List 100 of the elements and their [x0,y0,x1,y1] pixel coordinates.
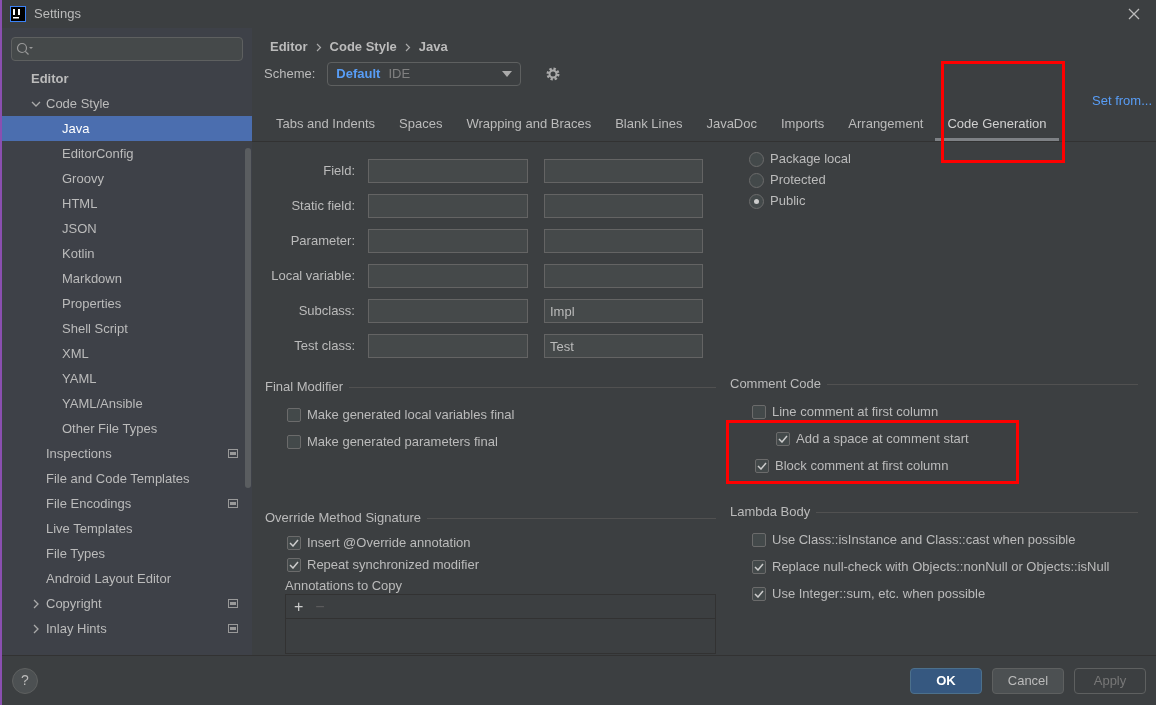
radio-label: Package local [770,150,851,169]
prefix-field[interactable] [368,229,528,253]
tree-item[interactable]: Java [2,116,252,141]
tree-item[interactable]: File Types [2,541,252,566]
tab[interactable]: Imports [769,109,837,141]
chevron-right-icon [315,42,322,52]
prefix-field[interactable] [368,159,528,183]
tree-item[interactable]: Markdown [2,266,252,291]
tree-item[interactable]: YAML/Ansible [2,391,252,416]
checkbox-label: Replace null-check with Objects::nonNull or Objects::isNull [772,557,1110,576]
checkbox-label: Make generated local variables final [307,405,515,424]
scrollbar[interactable] [245,148,251,488]
tree-item[interactable]: Properties [2,291,252,316]
breadcrumb-item[interactable]: Editor [270,37,308,57]
chevron-right-icon[interactable] [31,623,41,634]
tree-item[interactable]: Code Style [2,91,252,116]
checkbox[interactable] [776,431,790,446]
suffix-field[interactable]: Test [544,334,703,358]
set-from-link[interactable]: Set from... [1092,90,1152,110]
tab[interactable]: Blank Lines [603,109,695,141]
checkbox-label: Add a space at comment start [796,429,969,448]
tree-item[interactable]: Shell Script [2,316,252,341]
suffix-field[interactable]: Impl [544,299,703,323]
help-button[interactable]: ? [12,667,38,694]
checkbox-label: Make generated parameters final [307,432,498,451]
radio-button[interactable] [749,172,764,188]
suffix-field[interactable] [544,229,703,253]
checkbox-label: Line comment at first column [772,402,939,421]
tab[interactable]: Code Generation [935,109,1059,141]
section-title: Comment Code [730,375,822,394]
checkbox-label: Block comment at first column [775,456,949,475]
gear-icon[interactable] [545,66,562,82]
close-icon[interactable] [1128,8,1140,20]
tree-item[interactable]: Android Layout Editor [2,566,252,591]
tree-item[interactable]: Groovy [2,166,252,191]
checkbox[interactable] [287,407,301,422]
annotations-list[interactable]: + − [285,594,716,654]
search-field[interactable] [11,37,243,61]
checkbox[interactable] [755,458,769,473]
tab[interactable]: Tabs and Indents [264,109,388,141]
breadcrumb-item[interactable]: Code Style [329,37,397,57]
checkbox[interactable] [752,532,766,547]
tab[interactable]: Wrapping and Braces [454,109,604,141]
checkbox[interactable] [287,434,301,449]
field-label: Subclass: [297,302,356,321]
checkbox-label: Use Integer::sum, etc. when possible [772,584,986,603]
field-label: Local variable: [270,267,356,286]
tree-item[interactable]: File Encodings [2,491,252,516]
tab[interactable]: JavaDoc [694,109,769,141]
prefix-field[interactable] [368,334,528,358]
search-icon [16,42,34,56]
checkbox[interactable] [287,536,301,550]
suffix-field[interactable] [544,264,703,288]
checkbox-label: Use Class::isInstance and Class::cast when possible [772,530,1076,549]
scheme-dropdown[interactable]: Default IDE [327,62,522,86]
section-title: Lambda Body [730,503,811,522]
tree-item[interactable]: Inlay Hints [2,616,252,641]
field-label: Parameter: [289,232,356,251]
tree-item[interactable]: File and Code Templates [2,466,252,491]
section-title: Final Modifier [265,378,344,397]
checkbox[interactable] [752,404,766,419]
tree-item[interactable]: Copyright [2,591,252,616]
tree-item[interactable]: XML [2,341,252,366]
tree-item[interactable]: YAML [2,366,252,391]
prefix-field[interactable] [368,299,528,323]
tree-item[interactable]: Live Templates [2,516,252,541]
prefix-field[interactable] [368,264,528,288]
dialog-button[interactable]: Cancel [992,667,1064,694]
radio-button[interactable] [749,193,764,209]
radio-label: Protected [770,171,826,190]
dropdown-arrow-icon [502,71,513,77]
tree-item[interactable]: HTML [2,191,252,216]
chevron-right-icon[interactable] [31,598,41,609]
tab[interactable]: Arrangement [836,109,936,141]
checkbox-label: Insert @Override annotation [307,534,471,553]
tree-item[interactable]: Kotlin [2,241,252,266]
tree-item[interactable]: Editor [2,66,252,91]
suffix-field[interactable] [544,159,703,183]
field-label: Static field: [290,197,356,216]
prefix-field[interactable] [368,194,528,218]
checkbox[interactable] [752,559,766,574]
section-label: Annotations to Copy [284,577,404,594]
breadcrumb-item: Java [418,38,448,57]
add-button[interactable]: + [294,598,304,615]
field-label: Field: [322,162,356,181]
checkbox[interactable] [287,558,301,572]
app-logo-icon [10,6,26,22]
suffix-field[interactable] [544,194,703,218]
radio-label: Public [770,192,806,211]
tree-item[interactable]: JSON [2,216,252,241]
tree-item[interactable]: Inspections [2,441,252,466]
chevron-right-icon [404,42,411,52]
window-title: Settings [34,5,81,24]
checkbox-label: Repeat synchronized modifier [307,556,479,575]
tab[interactable]: Spaces [387,109,455,141]
checkbox[interactable] [752,586,766,601]
tree-item[interactable]: Other File Types [2,416,252,441]
dialog-button[interactable]: OK [910,667,982,694]
radio-button[interactable] [749,151,764,167]
tree-item[interactable]: EditorConfig [2,141,252,166]
